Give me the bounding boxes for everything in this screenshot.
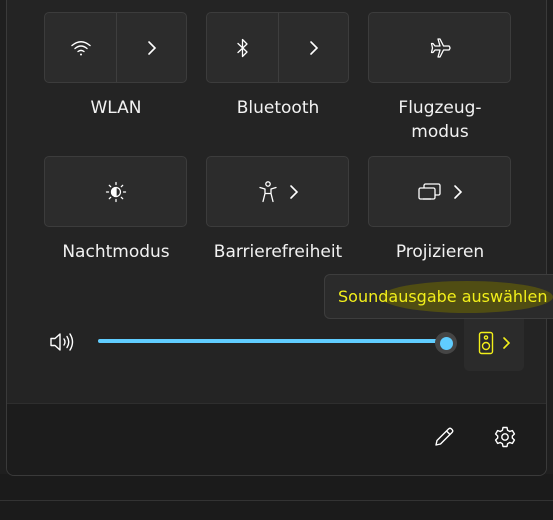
tile-label-project: Projizieren — [395, 242, 485, 262]
bluetooth-toggle[interactable] — [207, 13, 279, 82]
volume-slider-fill — [98, 339, 446, 343]
taskbar-area — [0, 474, 553, 520]
project-icon — [417, 182, 443, 202]
speaker-volume-icon[interactable] — [48, 330, 76, 354]
pencil-icon[interactable] — [432, 425, 456, 449]
chevron-right-icon — [502, 336, 511, 350]
speaker-device-icon — [478, 331, 494, 355]
wlan-toggle[interactable] — [45, 13, 117, 82]
sound-output-button[interactable] — [464, 314, 524, 371]
tile-label-wlan: WLAN — [90, 98, 142, 118]
tooltip-text: Soundausgabe auswählen — [338, 287, 548, 306]
tile-airplane-mode[interactable] — [368, 12, 511, 83]
quick-settings-footer — [7, 403, 546, 475]
chevron-right-icon — [289, 184, 299, 200]
tooltip: Soundausgabe auswählen — [324, 274, 553, 319]
volume-slider-thumb-dot — [439, 336, 453, 350]
chevron-right-icon — [453, 184, 463, 200]
tile-wlan[interactable] — [44, 12, 187, 83]
volume-slider-thumb[interactable] — [435, 332, 457, 354]
tile-accessibility[interactable] — [206, 156, 349, 227]
tile-label-airplane-mode: Flugzeug- modus — [398, 98, 482, 142]
tile-project[interactable] — [368, 156, 511, 227]
tile-bluetooth[interactable] — [206, 12, 349, 83]
volume-slider[interactable] — [98, 339, 446, 343]
tile-label-bluetooth: Bluetooth — [236, 98, 320, 118]
tile-night-light[interactable] — [44, 156, 187, 227]
wifi-icon — [70, 39, 92, 57]
airplane-icon — [428, 36, 452, 60]
chevron-right-icon — [309, 40, 319, 56]
bluetooth-expand-button[interactable] — [279, 13, 348, 82]
tile-label-night-light: Nachtmodus — [62, 242, 170, 262]
tile-label-accessibility: Barrierefreiheit — [213, 242, 343, 262]
chevron-right-icon — [147, 40, 157, 56]
night-light-icon — [104, 180, 128, 204]
divider — [0, 500, 553, 501]
gear-icon[interactable] — [493, 425, 517, 449]
accessibility-icon — [257, 180, 279, 204]
bluetooth-icon — [236, 38, 250, 58]
wlan-expand-button[interactable] — [117, 13, 186, 82]
